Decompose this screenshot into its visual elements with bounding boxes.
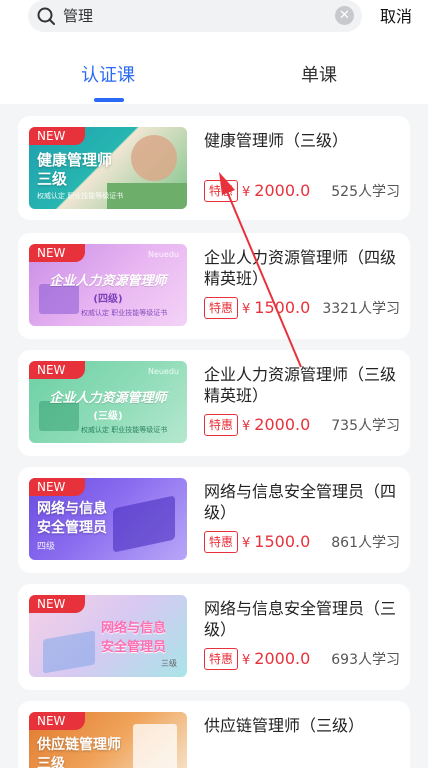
device-illustration bbox=[43, 630, 95, 674]
new-badge: NEW bbox=[29, 244, 85, 262]
course-price: ¥2000.0 bbox=[242, 181, 311, 200]
course-title: 网络与信息安全管理员（四级） bbox=[204, 482, 397, 522]
search-input[interactable]: 管理 bbox=[63, 6, 93, 26]
active-tab-indicator bbox=[94, 98, 124, 102]
person-illustration bbox=[131, 135, 177, 181]
course-thumbnail: NEW Neuedu 企业人力资源管理师 (四级) 权威认定 职业技能等级证书 bbox=[29, 244, 187, 326]
course-title: 网络与信息安全管理员（三级） bbox=[204, 599, 397, 639]
thumbnail-title: 企业人力资源管理师 bbox=[49, 391, 167, 406]
search-icon bbox=[37, 7, 55, 25]
brand-label: Neuedu bbox=[147, 250, 179, 259]
thumbnail-tag: 权威认定 职业技能等级证书 bbox=[81, 309, 168, 317]
course-title: 健康管理师（三级） bbox=[204, 131, 349, 150]
promo-badge: 特惠 bbox=[204, 531, 239, 553]
document-illustration bbox=[133, 724, 177, 768]
course-card[interactable]: NEW 供应链管理师 三级 供应链管理师（三级） bbox=[18, 701, 410, 768]
course-thumbnail: NEW 健康管理师 三级 权威认定 职业技能等级证书 bbox=[29, 127, 187, 209]
promo-badge: 特惠 bbox=[204, 180, 239, 202]
course-title: 供应链管理师（三级） bbox=[204, 716, 365, 735]
course-price: ¥2000.0 bbox=[242, 649, 311, 668]
promo-badge: 特惠 bbox=[204, 414, 239, 436]
new-badge: NEW bbox=[29, 478, 85, 496]
thumbnail-title: 供应链管理师 三级 bbox=[37, 737, 121, 768]
thumbnail-title: 健康管理师 三级 bbox=[37, 151, 113, 188]
course-thumbnail: NEW Neuedu 企业人力资源管理师 (三级) 权威认定 职业技能等级证书 bbox=[29, 361, 187, 443]
search-bar: 管理 ✕ 取消 bbox=[0, 0, 428, 36]
course-price: ¥1500.0 bbox=[242, 532, 311, 551]
learner-count: 735人学习 bbox=[331, 418, 400, 434]
course-thumbnail: NEW 网络与信息 安全管理员 四级 bbox=[29, 478, 187, 560]
course-thumbnail: NEW 网络与信息 安全管理员 三级 bbox=[29, 595, 187, 677]
learner-count: 525人学习 bbox=[331, 184, 400, 200]
thumbnail-level: (三级) bbox=[93, 411, 123, 422]
course-price: ¥1500.0 bbox=[242, 298, 311, 317]
brand-label: Neuedu bbox=[147, 367, 179, 376]
course-thumbnail: NEW 供应链管理师 三级 bbox=[29, 712, 187, 768]
device-illustration bbox=[113, 495, 175, 553]
thumbnail-tag: 四级 bbox=[37, 542, 56, 552]
thumbnail-tag: 三级 bbox=[161, 659, 177, 668]
thumbnail-level: (四级) bbox=[93, 294, 123, 305]
learner-count: 861人学习 bbox=[331, 535, 400, 551]
tab-certification[interactable]: 认证课 bbox=[81, 64, 135, 88]
course-card[interactable]: NEW 健康管理师 三级 权威认定 职业技能等级证书 健康管理师（三级） 特惠 … bbox=[18, 116, 410, 220]
promo-badge: 特惠 bbox=[204, 648, 239, 670]
clear-icon[interactable]: ✕ bbox=[335, 6, 354, 25]
course-title: 企业人力资源管理师（三级精英班） bbox=[204, 365, 397, 405]
new-badge: NEW bbox=[29, 361, 85, 379]
thumbnail-tag: 权威认定 职业技能等级证书 bbox=[81, 426, 168, 434]
course-card[interactable]: NEW Neuedu 企业人力资源管理师 (四级) 权威认定 职业技能等级证书 … bbox=[18, 233, 410, 339]
thumbnail-title: 企业人力资源管理师 bbox=[49, 274, 167, 289]
cancel-button[interactable]: 取消 bbox=[380, 6, 412, 28]
new-badge: NEW bbox=[29, 712, 85, 730]
course-card[interactable]: NEW 网络与信息 安全管理员 四级 网络与信息安全管理员（四级） 特惠 ¥15… bbox=[18, 467, 410, 573]
thumbnail-title: 网络与信息 安全管理员 bbox=[37, 501, 107, 536]
tab-single[interactable]: 单课 bbox=[301, 64, 337, 88]
course-title: 企业人力资源管理师（四级精英班） bbox=[204, 248, 397, 288]
learner-count: 693人学习 bbox=[331, 652, 400, 668]
thumbnail-title: 网络与信息 安全管理员 bbox=[101, 621, 167, 655]
course-card[interactable]: NEW Neuedu 企业人力资源管理师 (三级) 权威认定 职业技能等级证书 … bbox=[18, 350, 410, 456]
course-tabs: 认证课 单课 bbox=[0, 36, 428, 104]
course-price: ¥2000.0 bbox=[242, 415, 311, 434]
promo-badge: 特惠 bbox=[204, 297, 239, 319]
new-badge: NEW bbox=[29, 127, 85, 145]
search-field[interactable]: 管理 ✕ bbox=[28, 0, 362, 32]
thumbnail-tag: 权威认定 职业技能等级证书 bbox=[37, 192, 124, 200]
new-badge: NEW bbox=[29, 595, 85, 613]
learner-count: 3321人学习 bbox=[322, 301, 400, 317]
course-card[interactable]: NEW 网络与信息 安全管理员 三级 网络与信息安全管理员（三级） 特惠 ¥20… bbox=[18, 584, 410, 690]
